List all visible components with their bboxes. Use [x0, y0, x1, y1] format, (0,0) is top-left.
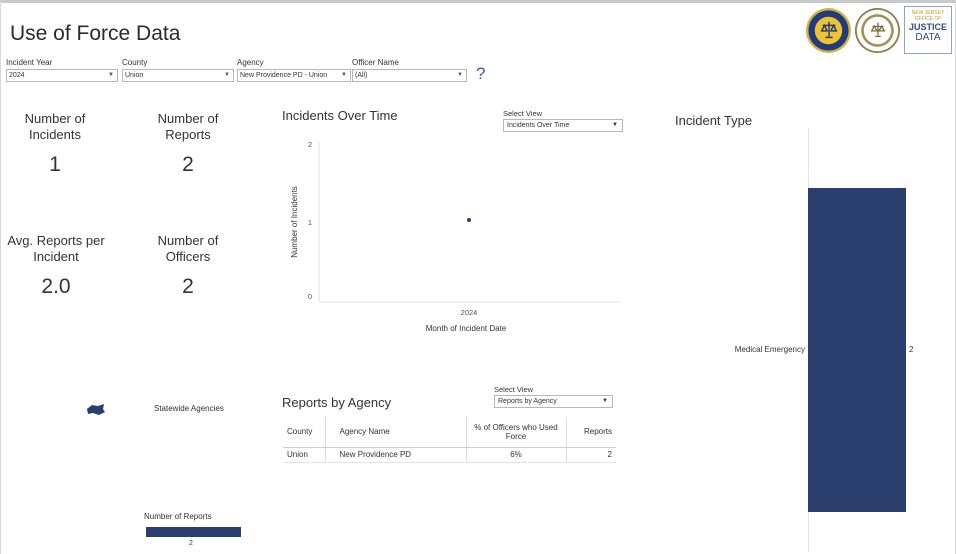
- filter-label: County: [122, 58, 148, 67]
- incident-year-dropdown[interactable]: 2024 ▼: [6, 69, 118, 82]
- legend-bar: [146, 527, 241, 537]
- filter-label: Incident Year: [6, 58, 53, 67]
- table-header-row: County Agency Name % of Officers who Use…: [283, 417, 616, 448]
- logo-text: JUSTICE: [908, 22, 947, 32]
- dropdown-value: (All): [355, 72, 368, 79]
- kpi-avg-reports-per-incident: Avg. Reports per Incident 2.0: [2, 233, 110, 299]
- kpi-label: Number of Reports: [157, 111, 219, 142]
- category-label: Medical Emergency: [734, 345, 805, 354]
- reports-view-dropdown[interactable]: Reports by Agency ▼: [494, 395, 613, 408]
- y-axis-title: Number of Incidents: [290, 186, 299, 258]
- bar-value-label: 2: [909, 345, 914, 354]
- column-header-agency-name[interactable]: Agency Name: [325, 417, 467, 448]
- x-tick-label: 2024: [461, 308, 478, 317]
- select-view-label: Select View: [494, 385, 534, 394]
- attorney-general-seal-logo: [855, 7, 900, 53]
- chevron-down-icon: ▼: [602, 398, 608, 404]
- map-region-shape[interactable]: [86, 403, 106, 417]
- legend-title: Number of Reports: [144, 512, 212, 521]
- column-header-reports[interactable]: Reports: [566, 417, 616, 448]
- dropdown-value: Incidents Over Time: [507, 122, 570, 129]
- officer-name-dropdown[interactable]: (All) ▼: [352, 69, 467, 82]
- dropdown-value: Reports by Agency: [498, 398, 557, 405]
- kpi-value: 2: [182, 275, 194, 298]
- dropdown-value: 2024: [9, 72, 25, 79]
- incidents-view-dropdown[interactable]: Incidents Over Time ▼: [503, 119, 623, 132]
- x-axis-title: Month of Incident Date: [426, 324, 507, 333]
- table-row[interactable]: Union New Providence PD 6% 2: [283, 447, 616, 463]
- logos: NEW JERSEY OFFICE OF JUSTICE DATA: [806, 6, 952, 54]
- scales-icon: [819, 21, 838, 39]
- kpi-label: Number of Incidents: [24, 111, 86, 142]
- page-title: Use of Force Data: [10, 22, 181, 45]
- cell-agency-name: New Providence PD: [325, 447, 467, 463]
- incidents-over-time-chart: 0 1 2 2024 Number of Incidents Month of In…: [290, 140, 619, 333]
- state-seal-logo: [806, 7, 851, 53]
- county-dropdown[interactable]: Union ▼: [122, 69, 234, 82]
- reports-by-agency-title: Reports by Agency: [282, 395, 392, 410]
- dropdown-value: New Providence PD - Union: [240, 72, 328, 79]
- chevron-down-icon: ▼: [341, 72, 347, 78]
- kpi-value: 2: [182, 153, 194, 176]
- scales-icon: [869, 22, 886, 38]
- kpi-number-of-incidents: Number of Incidents 1: [10, 111, 100, 177]
- agency-dropdown[interactable]: New Providence PD - Union ▼: [237, 69, 351, 82]
- column-header-pct-officers[interactable]: % of Officers who Used Force: [466, 417, 567, 448]
- y-tick-labels: 0 1 2: [308, 140, 312, 301]
- legend-value: 2: [189, 540, 193, 547]
- x-tick-labels: 2024: [461, 308, 478, 317]
- statewide-agencies-label[interactable]: Statewide Agencies: [154, 404, 224, 414]
- cell-county: Union: [283, 447, 326, 463]
- cell-reports: 2: [566, 447, 616, 463]
- bar-medical-emergency[interactable]: [808, 188, 906, 512]
- chevron-down-icon: ▼: [108, 72, 114, 78]
- reports-by-agency-table: County Agency Name % of Officers who Use…: [283, 417, 616, 463]
- chevron-down-icon: ▼: [224, 72, 230, 78]
- filter-label: Officer Name: [352, 58, 399, 67]
- select-view-label: Select View: [503, 109, 543, 118]
- cell-pct-officers: 6%: [466, 447, 567, 463]
- filter-agency[interactable]: Agency New Providence PD - Union ▼: [237, 58, 351, 82]
- nj-justice-data-logo: NEW JERSEY OFFICE OF JUSTICE DATA: [904, 6, 952, 54]
- kpi-value: 2.0: [41, 275, 71, 298]
- kpi-number-of-reports: Number of Reports 2: [143, 111, 233, 177]
- incident-type-title: Incident Type: [675, 113, 753, 128]
- chevron-down-icon: ▼: [612, 122, 618, 128]
- filter-officer-name[interactable]: Officer Name (All) ▼: [352, 58, 467, 82]
- incidents-over-time-title: Incidents Over Time: [282, 108, 398, 123]
- data-point[interactable]: [467, 218, 471, 222]
- chevron-down-icon: ▼: [457, 72, 463, 78]
- kpi-label: Avg. Reports per Incident: [7, 233, 105, 264]
- y-tick-label: 2: [308, 140, 312, 149]
- reports-view-select[interactable]: Select View Reports by Agency ▼: [494, 385, 613, 408]
- kpi-value: 1: [49, 153, 61, 176]
- incidents-view-select[interactable]: Select View Incidents Over Time ▼: [503, 109, 623, 132]
- help-icon[interactable]: ?: [476, 64, 485, 84]
- filter-county[interactable]: County Union ▼: [122, 58, 234, 82]
- filter-label: Agency: [237, 58, 264, 67]
- y-tick-label: 0: [308, 292, 312, 301]
- logo-text: DATA: [915, 32, 941, 43]
- y-tick-label: 1: [308, 218, 312, 227]
- column-header-county[interactable]: County: [283, 417, 326, 448]
- filter-incident-year[interactable]: Incident Year 2024 ▼: [6, 58, 118, 82]
- dropdown-value: Union: [125, 72, 144, 79]
- data-points: [467, 218, 471, 222]
- kpi-label: Number of Officers: [157, 233, 219, 264]
- kpi-number-of-officers: Number of Officers 2: [143, 233, 233, 299]
